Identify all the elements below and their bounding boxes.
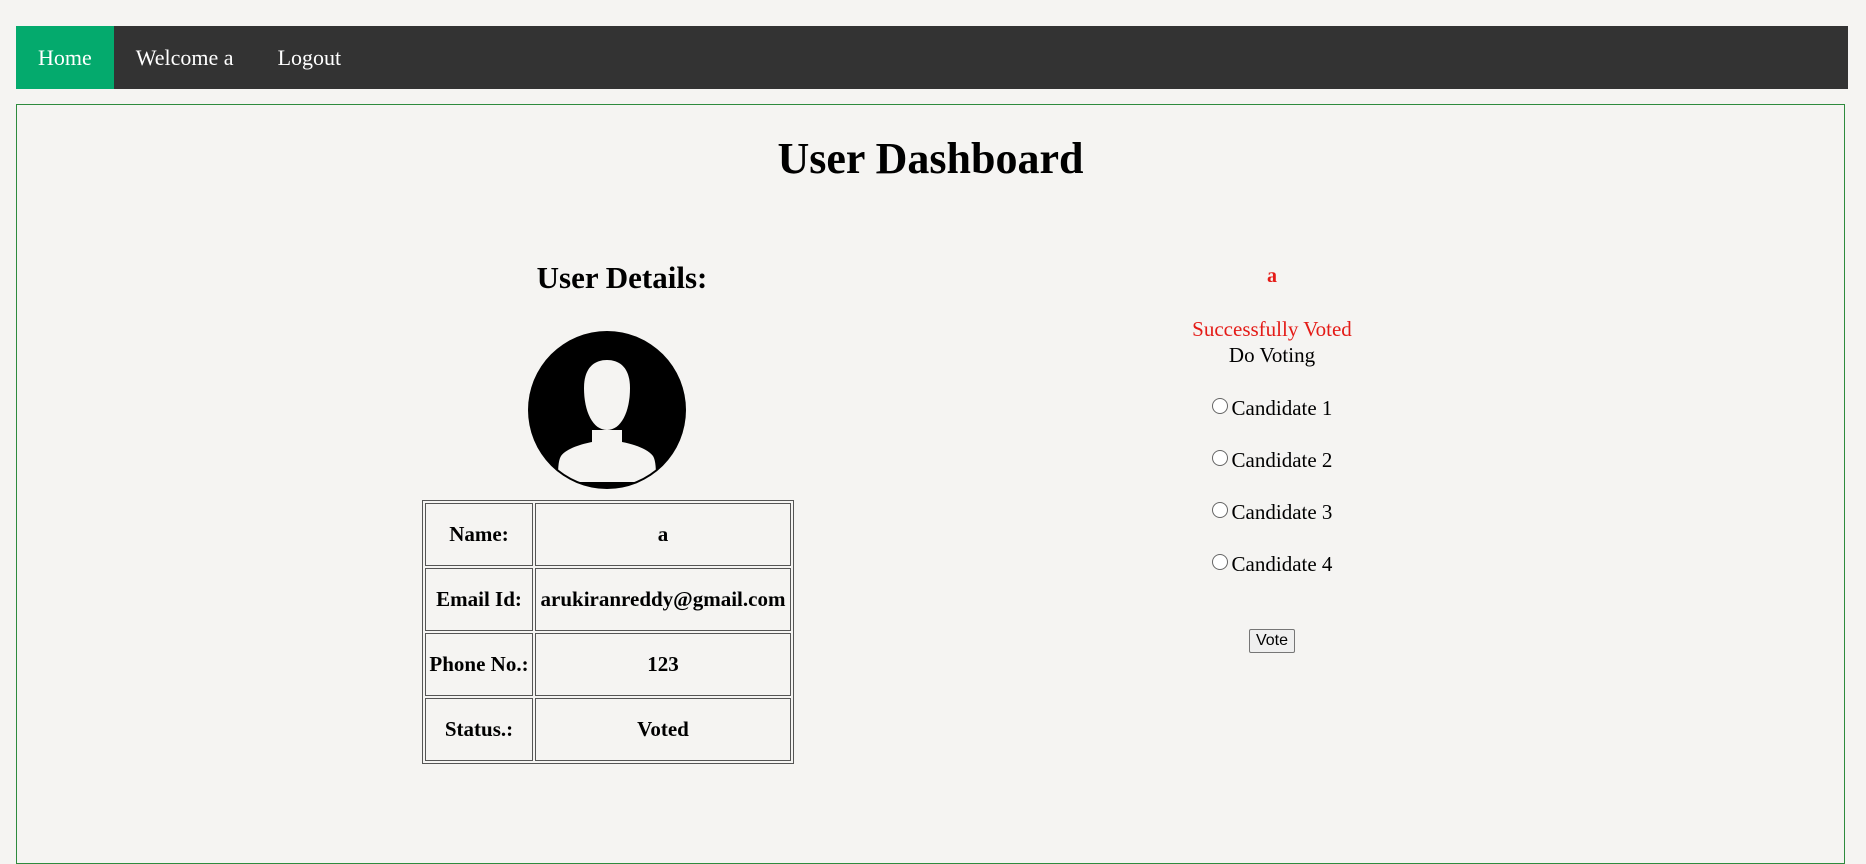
table-row: Status.: Voted [425,698,791,761]
name-label: Name: [425,503,533,566]
table-row: Phone No.: 123 [425,633,791,696]
email-value: arukiranreddy@gmail.com [535,568,791,631]
candidate-1-radio[interactable] [1211,398,1228,414]
status-value: Voted [535,698,791,761]
candidate-option[interactable]: Candidate 3 [1067,499,1477,525]
nav-logout-link[interactable]: Logout [256,26,364,89]
user-details-heading: User Details: [536,260,708,295]
candidate-2-label[interactable]: Candidate 2 [1232,448,1333,473]
page-title: User Dashboard [777,134,1084,183]
table-row: Name: a [425,503,791,566]
voting-title: Do Voting [1228,343,1316,367]
user-details-table: Name: a Email Id: arukiranreddy@gmail.co… [422,500,794,764]
nav-home-link[interactable]: Home [16,26,114,89]
status-label: Status.: [425,698,533,761]
candidate-4-label[interactable]: Candidate 4 [1232,552,1333,577]
vote-status-message: Successfully Voted [1192,317,1352,341]
dashboard-panel: User Dashboard User Details: Name: a Ema… [16,104,1845,864]
nav-welcome-link[interactable]: Welcome a [114,26,256,89]
candidate-1-label[interactable]: Candidate 1 [1232,396,1333,421]
candidate-3-radio[interactable] [1211,502,1228,518]
voter-name: a [1267,265,1277,287]
table-row: Email Id: arukiranreddy@gmail.com [425,568,791,631]
candidate-3-label[interactable]: Candidate 3 [1232,500,1333,525]
voting-form: a Successfully Voted Do Voting Candidate… [1067,255,1477,653]
name-value: a [535,503,791,566]
candidate-option[interactable]: Candidate 4 [1067,551,1477,577]
candidate-option[interactable]: Candidate 1 [1067,395,1477,421]
phone-value: 123 [535,633,791,696]
vote-button[interactable]: Vote [1248,629,1296,653]
top-navbar: Home Welcome a Logout [16,26,1848,89]
candidate-2-radio[interactable] [1211,450,1228,466]
user-silhouette-icon [528,331,686,489]
candidate-option[interactable]: Candidate 2 [1067,447,1477,473]
candidate-4-radio[interactable] [1211,554,1228,570]
phone-label: Phone No.: [425,633,533,696]
email-label: Email Id: [425,568,533,631]
